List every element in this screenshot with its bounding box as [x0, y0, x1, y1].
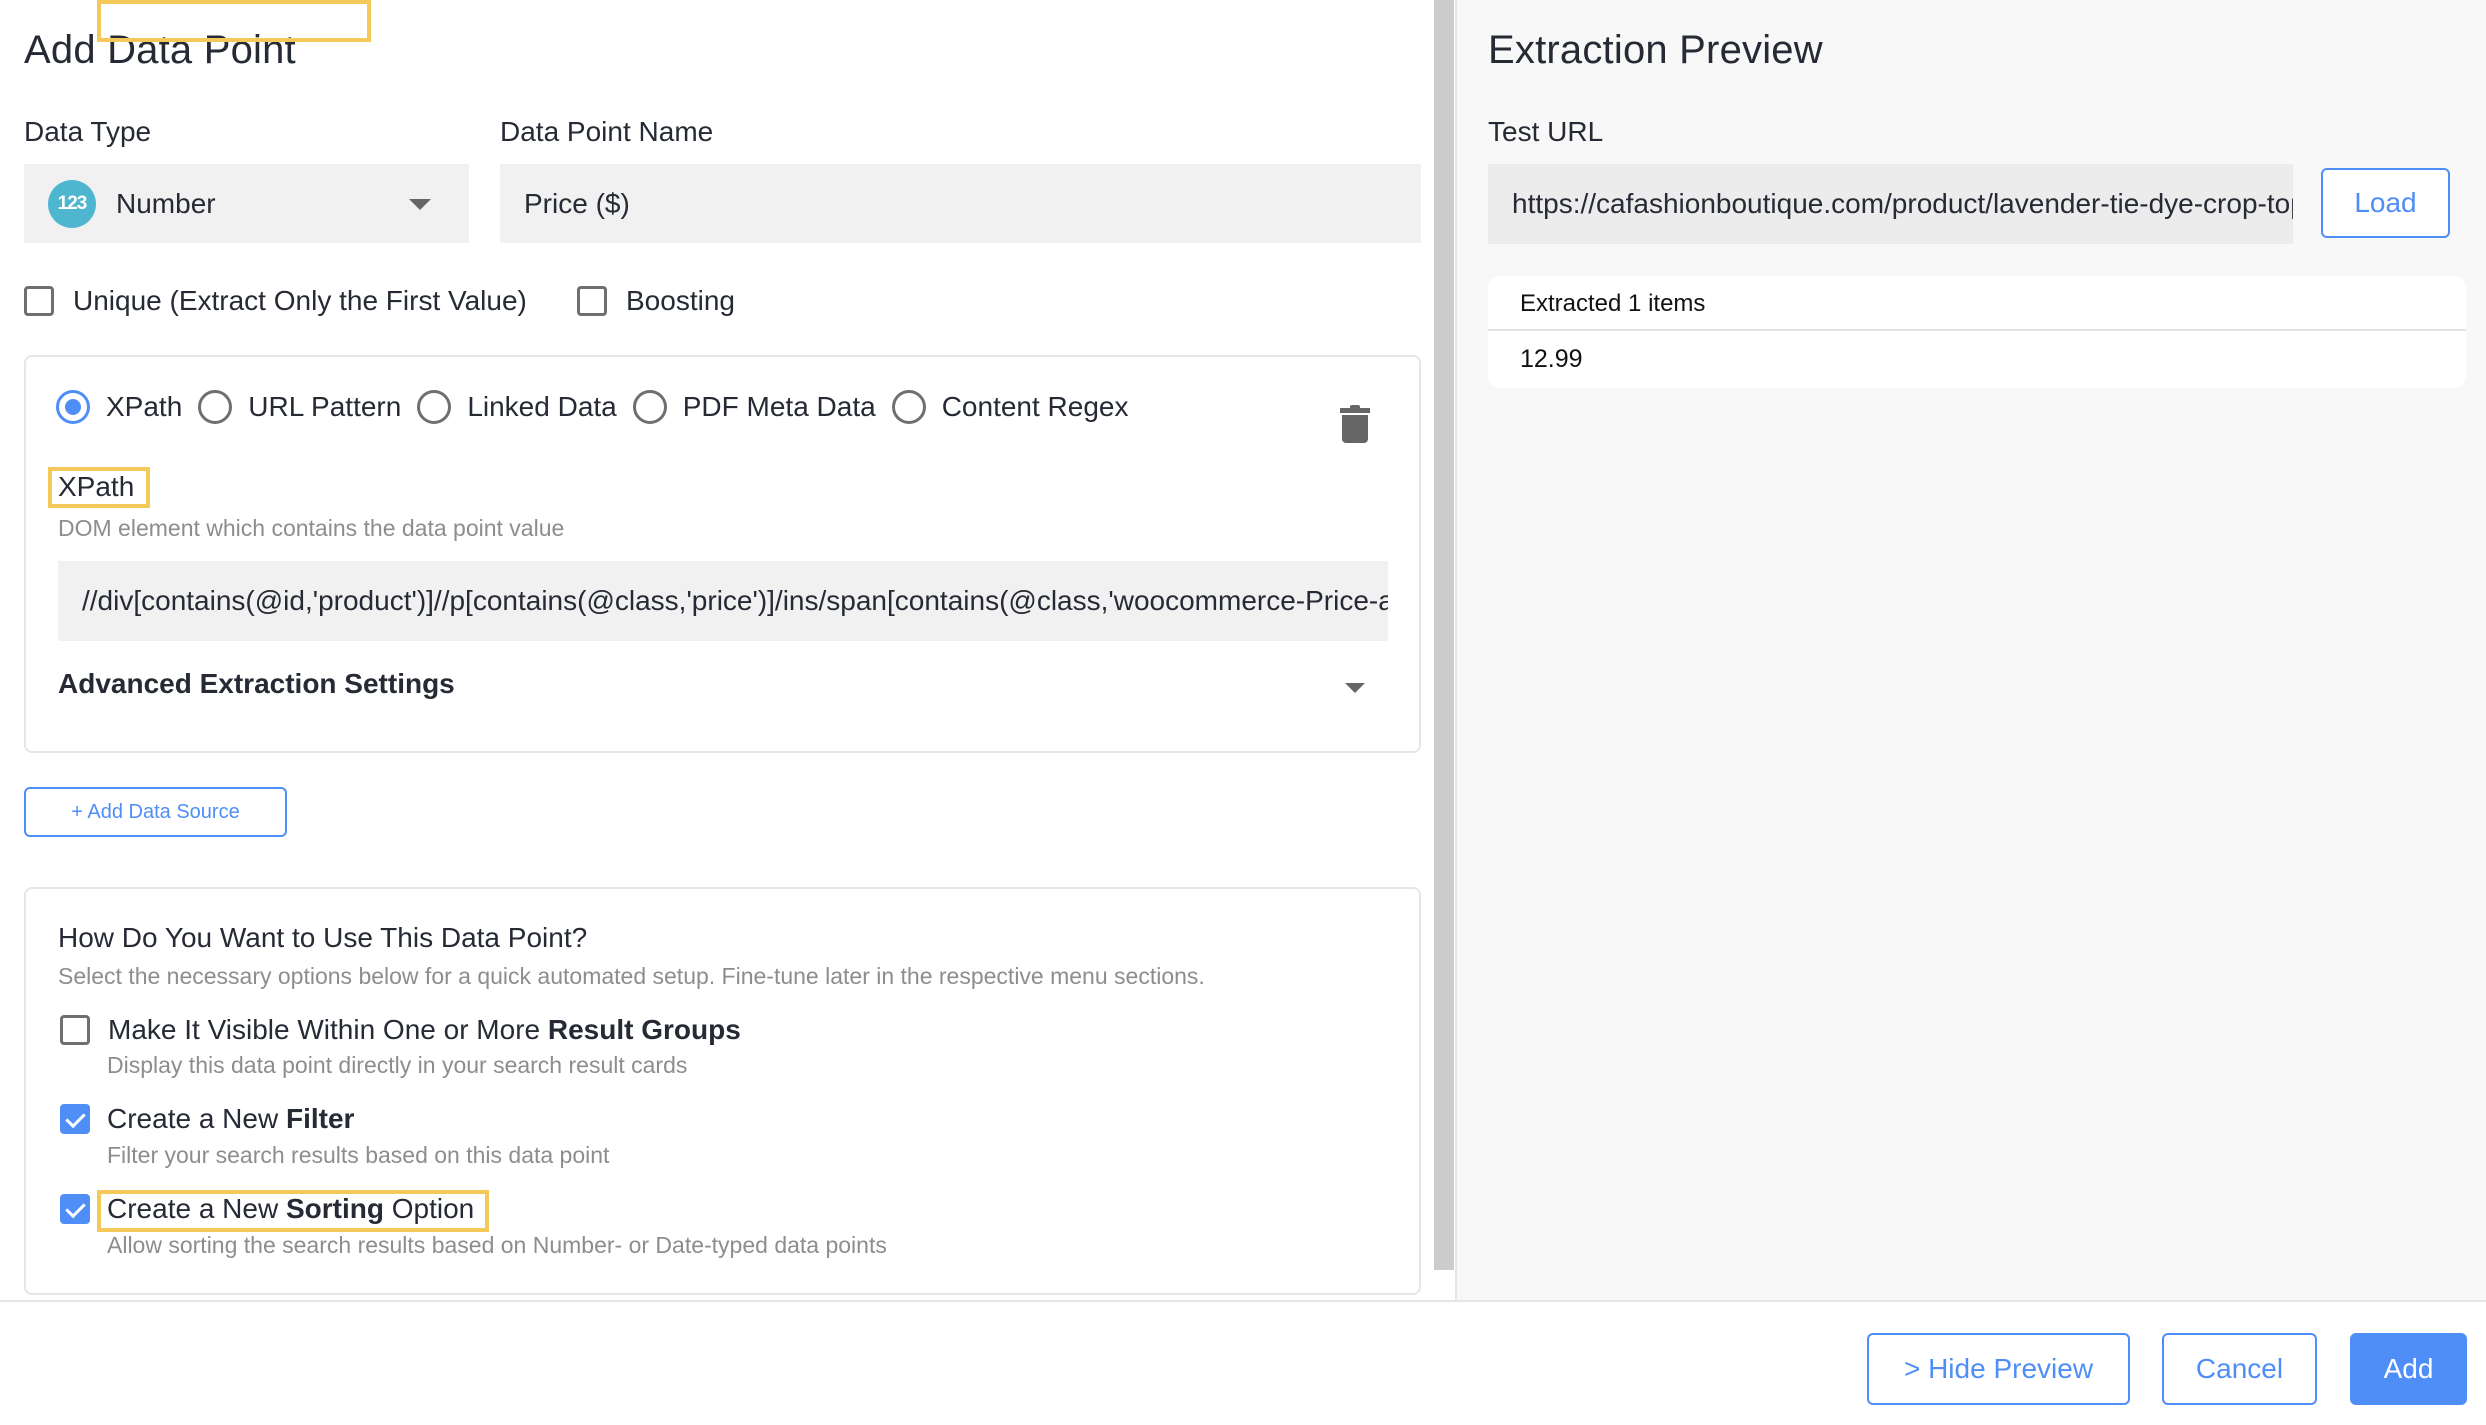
create-sorting-option[interactable] — [60, 1194, 90, 1224]
result-value: 12.99 — [1520, 345, 1583, 373]
add-button[interactable]: Add — [2350, 1333, 2467, 1405]
radio-pdf-meta-data[interactable] — [632, 390, 667, 424]
test-url-input[interactable]: https://cafashionboutique.com/product/la… — [1488, 164, 2293, 244]
add-data-source-button[interactable]: + Add Data Source — [24, 787, 287, 837]
data-type-select[interactable]: 123 Number — [24, 164, 469, 243]
result-groups-description: Display this data point directly in your… — [107, 1052, 688, 1078]
boosting-option[interactable]: Boosting — [577, 285, 735, 317]
xpath-field-label: XPath — [58, 471, 135, 502]
create-filter-highlight — [97, 0, 371, 42]
load-button[interactable]: Load — [2321, 168, 2450, 238]
data-point-name-label: Data Point Name — [500, 116, 714, 147]
result-groups-label: Make It Visible Within One or More Resul… — [108, 1014, 741, 1045]
hide-preview-button[interactable]: > Hide Preview — [1867, 1333, 2130, 1405]
add-data-point-panel: Add Data Point Data Type Data Point Name… — [0, 0, 1434, 1300]
create-sorting-checkbox[interactable] — [60, 1194, 90, 1224]
trash-icon[interactable] — [1340, 405, 1370, 443]
scrollbar-thumb[interactable] — [1434, 0, 1454, 1270]
source-type-radio-group: XPath URL Pattern Linked Data PDF Meta D… — [56, 390, 1145, 424]
radio-url-pattern[interactable] — [198, 390, 233, 424]
xpath-input[interactable]: //div[contains(@id,'product')]//p[contai… — [58, 561, 1388, 641]
xpath-field-help: DOM element which contains the data poin… — [58, 515, 565, 541]
create-filter-description: Filter your search results based on this… — [107, 1142, 610, 1168]
result-groups-option[interactable]: Make It Visible Within One or More Resul… — [60, 1014, 741, 1046]
chevron-down-icon[interactable] — [1345, 683, 1365, 693]
test-url-label: Test URL — [1488, 116, 1604, 147]
boosting-checkbox[interactable] — [577, 286, 607, 316]
create-filter-option[interactable] — [60, 1104, 90, 1134]
result-groups-checkbox[interactable] — [60, 1015, 90, 1045]
advanced-extraction-settings-toggle[interactable]: Advanced Extraction Settings — [58, 668, 455, 700]
cancel-button[interactable]: Cancel — [2162, 1333, 2317, 1405]
create-sorting-label: Create a New Sorting Option — [107, 1193, 475, 1224]
radio-xpath[interactable] — [56, 390, 90, 424]
usage-subtitle: Select the necessary options below for a… — [58, 963, 1205, 989]
radio-url-pattern-label: URL Pattern — [248, 391, 402, 422]
create-sorting-description: Allow sorting the search results based o… — [107, 1232, 887, 1258]
unique-label: Unique (Extract Only the First Value) — [73, 285, 527, 316]
boosting-label: Boosting — [626, 285, 735, 316]
number-123-icon: 123 — [48, 179, 96, 228]
preview-title: Extraction Preview — [1488, 28, 1823, 72]
radio-xpath-label: XPath — [106, 391, 183, 422]
results-header: Extracted 1 items — [1520, 290, 1706, 317]
unique-checkbox[interactable] — [24, 286, 54, 316]
data-point-name-input[interactable]: Price ($) — [500, 164, 1421, 243]
radio-content-regex[interactable] — [891, 390, 926, 424]
radio-linked-data[interactable] — [417, 390, 452, 424]
unique-option[interactable]: Unique (Extract Only the First Value) — [24, 285, 527, 317]
data-type-value: Number — [116, 187, 216, 219]
create-filter-checkbox[interactable] — [60, 1104, 90, 1134]
radio-pdf-meta-data-label: PDF Meta Data — [682, 391, 876, 422]
radio-content-regex-label: Content Regex — [941, 391, 1129, 422]
usage-title: How Do You Want to Use This Data Point? — [58, 922, 588, 953]
create-filter-label: Create a New Filter — [107, 1103, 355, 1134]
chevron-down-icon — [409, 199, 431, 210]
extraction-results: Extracted 1 items 12.99 — [1488, 276, 2466, 388]
results-divider — [1488, 329, 2466, 331]
radio-linked-data-label: Linked Data — [467, 391, 617, 422]
data-type-label: Data Type — [24, 116, 152, 147]
